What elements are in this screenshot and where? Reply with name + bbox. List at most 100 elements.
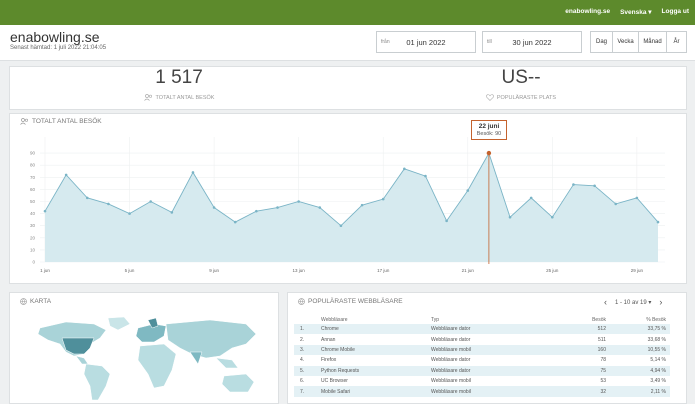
data-point	[572, 183, 575, 186]
data-point	[191, 171, 195, 174]
map-title-text: KARTA	[30, 298, 52, 305]
row-visits-pct: 33,75 %	[610, 324, 670, 335]
col-browser[interactable]: Webbläsare	[321, 315, 431, 324]
data-point	[445, 219, 448, 223]
row-browser: UC Browser	[321, 378, 348, 385]
y-tick-label: 90	[30, 151, 36, 156]
map-greenland	[107, 316, 131, 331]
map-africa	[137, 343, 177, 389]
x-tick-label: 9 jun	[209, 268, 219, 273]
pager-prev-icon[interactable]: ‹	[604, 297, 607, 307]
row-type: Webbläsare dator	[431, 365, 551, 376]
row-browser: Annan	[321, 336, 336, 343]
row-browser: Firefox	[321, 357, 337, 364]
world-map[interactable]	[20, 314, 270, 404]
row-index: 7.	[294, 386, 321, 397]
data-point	[424, 174, 427, 178]
x-tick-label: 21 jun	[462, 268, 475, 273]
data-point	[529, 196, 533, 200]
tooltip-value: Besök: 90	[476, 131, 502, 137]
row-visits-pct: 10,55 %	[610, 344, 670, 356]
x-tick-label: 1 jun	[40, 268, 50, 273]
row-visits-pct: 2,11 %	[610, 386, 670, 397]
row-visits-pct: 3,49 %	[650, 378, 666, 385]
row-browser: Chrome	[321, 324, 431, 335]
table-row[interactable]: 7. Mobile Safari Webbläsare mobil 32 2,11 %	[294, 386, 670, 397]
y-tick-label: 20	[30, 235, 36, 240]
map-central-america	[75, 355, 89, 365]
row-type: Webbläsare dator	[431, 336, 471, 343]
data-point	[149, 200, 152, 203]
data-point	[255, 209, 258, 213]
y-tick-label: 0	[32, 260, 35, 265]
x-tick-label: 13 jun	[293, 268, 306, 273]
data-point	[635, 196, 639, 200]
table-row[interactable]: 4. Firefox Webbläsare dator 78 5,14 %	[294, 355, 670, 365]
data-point	[170, 211, 174, 214]
browsers-table: Webbläsare Typ Besök % Besök 1. Chrome Web…	[294, 315, 670, 397]
data-point	[381, 197, 385, 201]
row-type: Webbläsare mobil	[431, 344, 551, 356]
row-visits: 32	[551, 386, 610, 397]
data-point	[466, 189, 470, 192]
data-point	[212, 206, 216, 209]
table-row[interactable]: 5. Python Requests Webbläsare dator 75 4,94 …	[294, 365, 670, 376]
map-europe	[135, 323, 167, 343]
data-point	[656, 220, 660, 224]
row-visits-pct: 5,14 %	[650, 357, 666, 364]
y-tick-label: 70	[30, 175, 36, 180]
col-visits[interactable]: Besök	[551, 315, 610, 324]
y-tick-label: 30	[30, 223, 36, 228]
data-point	[276, 206, 279, 209]
row-visits: 53	[600, 378, 606, 385]
globe-icon	[298, 298, 305, 305]
row-visits-pct: 33,68 %	[647, 336, 666, 343]
data-point	[43, 209, 47, 213]
x-tick-label: 5 jun	[125, 268, 135, 273]
data-point	[339, 224, 343, 227]
row-visits: 75	[551, 365, 610, 376]
row-visits: 160	[551, 344, 610, 356]
row-index: 6.	[300, 378, 305, 385]
browsers-title-text: POPULÄRASTE WEBBLÄSARE	[308, 298, 403, 305]
row-index: 4.	[300, 357, 305, 364]
map-asia	[165, 319, 257, 359]
table-row[interactable]: 2. Annan Webbläsare dator 511 33,68 %	[294, 334, 670, 344]
x-tick-label: 29 jun	[631, 268, 644, 273]
table-row[interactable]: 6. UC Browser Webbläsare mobil 53 3,49 %	[294, 376, 670, 386]
data-point	[318, 206, 322, 209]
table-header-row: Webbläsare Typ Besök % Besök	[294, 315, 670, 324]
data-point	[128, 212, 131, 215]
tooltip-date: 22 juni	[478, 123, 500, 130]
table-row[interactable]: 1. Chrome Webbläsare dator 512 33,75 %	[294, 324, 670, 335]
chart-tooltip: 22 juni Besök: 90	[471, 120, 507, 140]
col-visits-pct[interactable]: % Besök	[610, 315, 670, 324]
row-type: Webbläsare dator	[431, 324, 551, 335]
y-tick-label: 10	[30, 247, 36, 252]
data-point	[486, 150, 492, 156]
row-index: 2.	[300, 336, 305, 343]
row-index: 3.	[294, 344, 321, 356]
row-type: Webbläsare mobil	[431, 386, 551, 397]
map-southeast-asia	[215, 357, 239, 369]
map-australia	[221, 373, 255, 393]
map-south-america	[83, 363, 111, 401]
row-visits: 511	[598, 336, 606, 343]
row-browser: Chrome Mobile	[321, 344, 431, 356]
data-point	[233, 220, 237, 224]
col-type[interactable]: Typ	[431, 315, 551, 324]
visits-area	[45, 153, 658, 262]
row-visits: 512	[551, 324, 610, 335]
table-row[interactable]: 3. Chrome Mobile Webbläsare mobil 160 10,55 …	[294, 344, 670, 356]
pager-range[interactable]: 1 - 10 av 19 ▾	[615, 299, 651, 306]
y-tick-label: 80	[30, 163, 36, 168]
row-visits: 78	[600, 357, 606, 364]
data-point	[614, 202, 618, 206]
y-tick-label: 50	[30, 199, 36, 204]
data-point	[64, 173, 68, 177]
row-index: 1.	[294, 324, 321, 335]
pager-next-icon[interactable]: ›	[659, 297, 662, 307]
x-tick-label: 25 jun	[546, 268, 559, 273]
data-point	[360, 203, 364, 207]
data-point	[508, 215, 512, 219]
